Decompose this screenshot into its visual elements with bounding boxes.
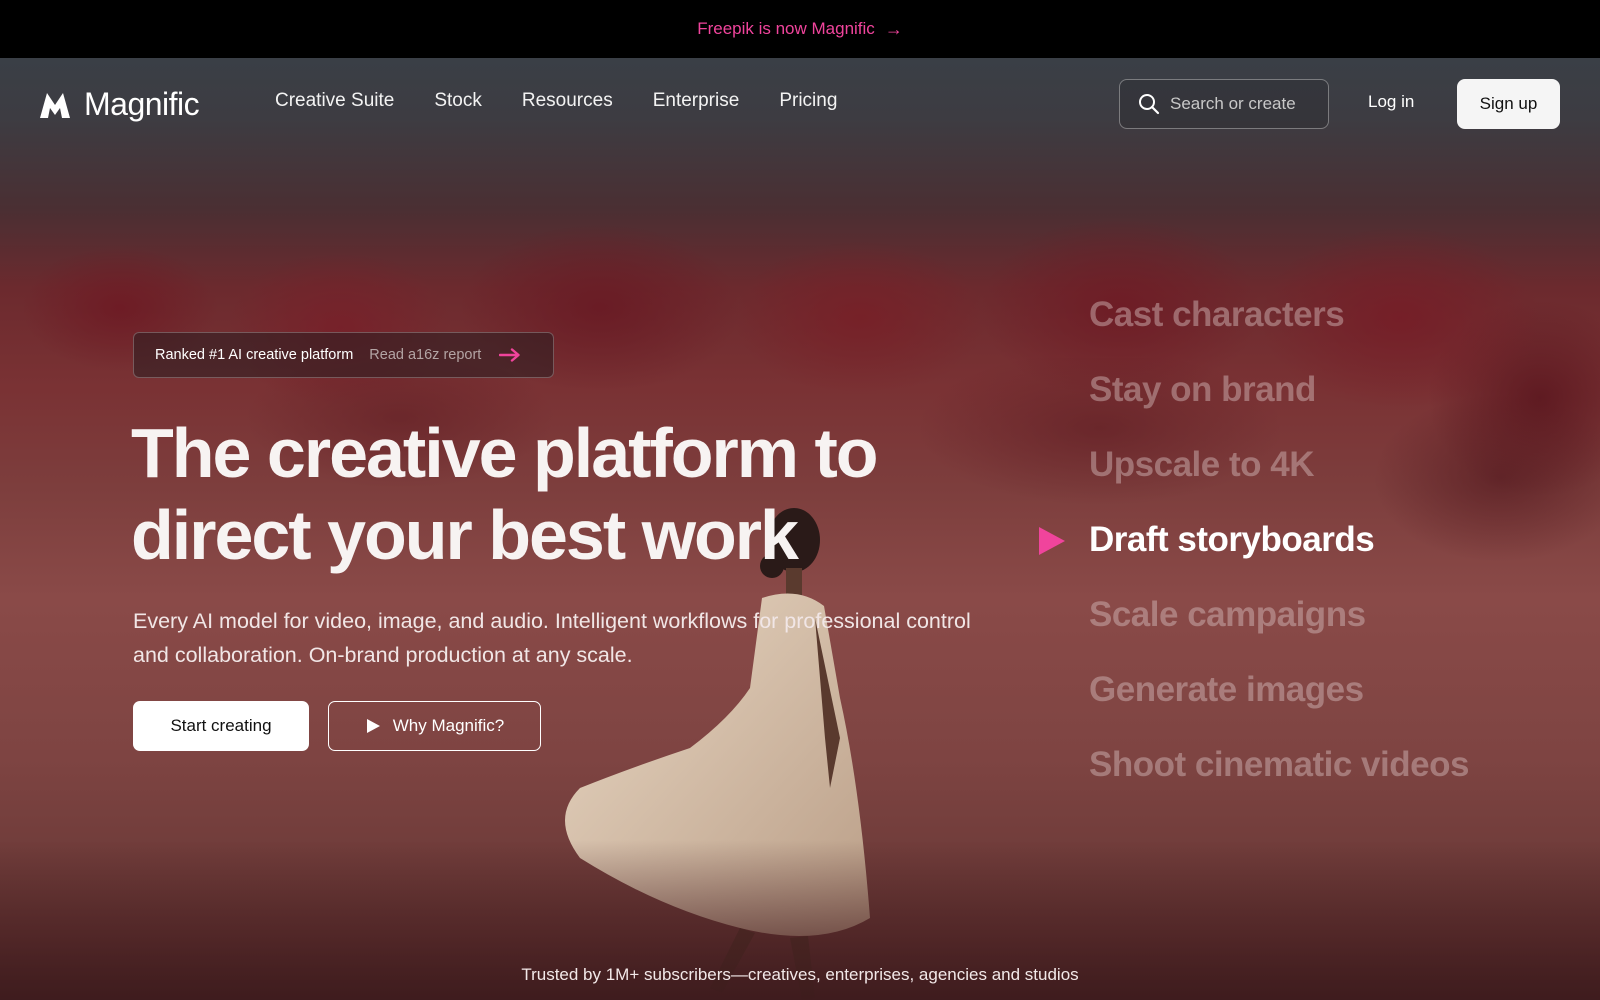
headline-line-2: direct your best work [131, 496, 799, 574]
feature-item-cinematic-videos[interactable]: Shoot cinematic videos [1089, 740, 1469, 815]
feature-item-upscale-4k[interactable]: Upscale to 4K [1089, 440, 1469, 515]
feature-item-cast-characters[interactable]: Cast characters [1089, 290, 1469, 365]
play-icon [366, 719, 380, 733]
nav-link-stock[interactable]: Stock [434, 90, 482, 112]
arrow-right-icon [499, 348, 521, 362]
signup-button[interactable]: Sign up [1457, 79, 1560, 129]
main-nav: Creative Suite Stock Resources Enterpris… [275, 90, 837, 112]
hero-headline: The creative platform to direct your bes… [131, 412, 951, 576]
nav-link-enterprise[interactable]: Enterprise [653, 90, 740, 112]
feature-item-draft-storyboards[interactable]: Draft storyboards [1089, 515, 1469, 590]
nav-link-resources[interactable]: Resources [522, 90, 613, 112]
feature-list: Cast characters Stay on brand Upscale to… [1089, 290, 1469, 815]
nav-link-pricing[interactable]: Pricing [779, 90, 837, 112]
feature-item-generate-images[interactable]: Generate images [1089, 665, 1469, 740]
login-link[interactable]: Log in [1368, 92, 1414, 112]
start-creating-button[interactable]: Start creating [133, 701, 309, 751]
search-icon [1139, 94, 1160, 115]
announcement-bar[interactable]: Freepik is now Magnific → [0, 0, 1600, 58]
why-magnific-button[interactable]: Why Magnific? [328, 701, 541, 751]
play-pointer-icon [1039, 527, 1065, 555]
search-box[interactable] [1119, 79, 1329, 129]
announcement-text[interactable]: Freepik is now Magnific [697, 19, 875, 39]
magnific-logo-icon [40, 92, 70, 118]
feature-item-scale-campaigns[interactable]: Scale campaigns [1089, 590, 1469, 665]
arrow-right-icon: → [884, 18, 903, 39]
ranking-badge[interactable]: Ranked #1 AI creative platform Read a16z… [133, 332, 554, 378]
feature-item-stay-on-brand[interactable]: Stay on brand [1089, 365, 1469, 440]
why-magnific-label: Why Magnific? [392, 716, 505, 735]
brand-logo[interactable]: Magnific [38, 86, 200, 123]
ranking-text: Ranked #1 AI creative platform [155, 347, 354, 363]
brand-name: Magnific [84, 86, 200, 122]
trusted-by-note: Trusted by 1M+ subscribers—creatives, en… [521, 965, 1079, 984]
nav-link-creative-suite[interactable]: Creative Suite [275, 90, 394, 112]
headline-line-1: The creative platform to [131, 414, 879, 492]
hero-subtitle: Every AI model for video, image, and aud… [133, 609, 971, 667]
report-link[interactable]: Read a16z report [369, 347, 481, 363]
search-input[interactable] [1170, 94, 1320, 114]
